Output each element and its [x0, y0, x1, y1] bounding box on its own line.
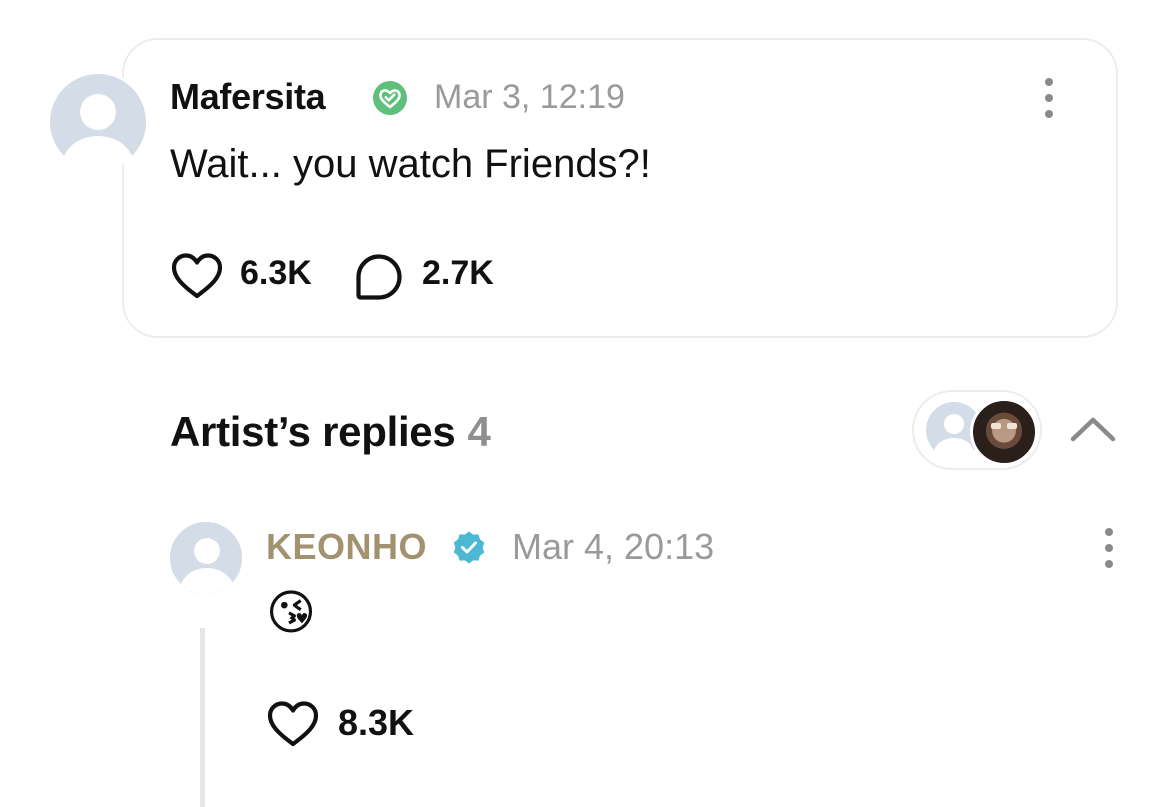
- post-text: Wait... you watch Friends?!: [170, 142, 651, 186]
- artist-replies-heading: Artist’s replies 4: [170, 408, 491, 456]
- heart-outline-icon[interactable]: [266, 700, 320, 748]
- reply-author-avatar[interactable]: [168, 520, 244, 596]
- reply-thread-line: [200, 628, 205, 807]
- post-comment-count: 2.7K: [422, 254, 494, 292]
- avatar-body-shape: [62, 136, 134, 170]
- reply-author-name[interactable]: KEONHO: [266, 526, 427, 568]
- avatar-body-shape: [934, 438, 974, 458]
- post-author-avatar[interactable]: [48, 72, 148, 172]
- chevron-up-icon[interactable]: [1068, 414, 1118, 444]
- avatar-body-shape: [180, 568, 234, 594]
- post-like-count: 6.3K: [240, 254, 312, 292]
- post-timestamp: Mar 3, 12:19: [434, 78, 625, 116]
- artist-photo-avatar: [970, 398, 1038, 466]
- reply-text: 😘: [266, 587, 317, 640]
- avatar-glasses-right: [1007, 423, 1017, 429]
- reply-timestamp: Mar 4, 20:13: [512, 526, 715, 567]
- avatar-glasses-left: [991, 423, 1001, 429]
- post-author-name[interactable]: Mafersita: [170, 76, 326, 118]
- reply-more-options-icon[interactable]: [1104, 526, 1114, 570]
- verified-badge-icon: [453, 531, 485, 564]
- avatar-head-shape: [194, 538, 220, 564]
- avatar-head-shape: [944, 414, 964, 434]
- heart-check-badge-icon: [373, 81, 407, 115]
- artist-replies-title: Artist’s replies: [170, 408, 456, 455]
- reply-like-count: 8.3K: [338, 702, 415, 743]
- speech-bubble-icon[interactable]: [354, 252, 404, 302]
- avatar-head-shape: [80, 94, 116, 130]
- artist-replies-count: 4: [467, 408, 491, 455]
- heart-outline-icon[interactable]: [170, 252, 224, 300]
- post-more-options-icon[interactable]: [1044, 76, 1054, 120]
